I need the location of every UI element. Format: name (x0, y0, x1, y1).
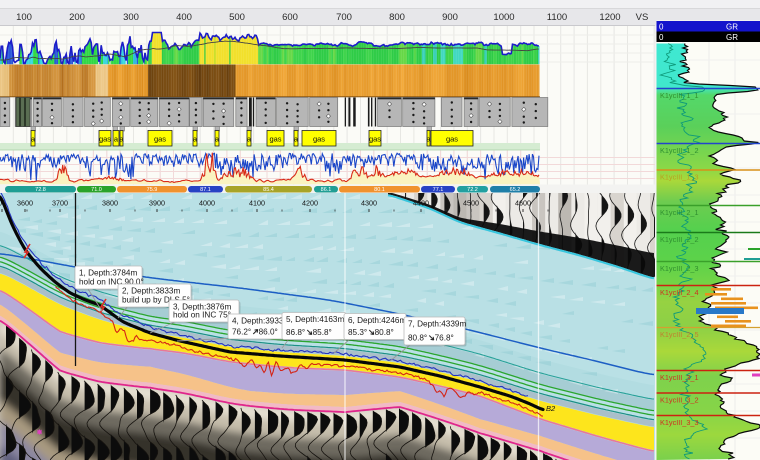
svg-text:76.8°: 76.8° (435, 334, 454, 343)
svg-text:1100: 1100 (547, 12, 567, 23)
svg-text:72.2: 72.2 (467, 187, 478, 193)
svg-text:K1ycIII_2_5: K1ycIII_2_5 (660, 330, 699, 339)
svg-text:3800: 3800 (102, 199, 118, 208)
svg-text:gas: gas (446, 135, 458, 144)
svg-text:80.8°: 80.8° (375, 328, 394, 337)
svg-text:71.0: 71.0 (91, 187, 102, 193)
svg-text:72.8: 72.8 (35, 187, 46, 193)
svg-text:900: 900 (442, 12, 458, 23)
svg-text:gas: gas (269, 135, 281, 144)
svg-text:B2: B2 (546, 404, 556, 413)
svg-text:gas: gas (154, 135, 166, 144)
svg-text:3700: 3700 (52, 199, 68, 208)
svg-text:3600: 3600 (17, 199, 33, 208)
svg-text:K1ycIII_2_4: K1ycIII_2_4 (660, 288, 699, 297)
svg-text:700: 700 (336, 12, 352, 23)
svg-text:65.2: 65.2 (510, 187, 521, 193)
svg-text:7, Depth:4339m: 7, Depth:4339m (408, 320, 466, 329)
svg-text:75.9: 75.9 (147, 187, 158, 193)
svg-text:K1ycIII_1_1: K1ycIII_1_1 (660, 91, 699, 100)
svg-text:K1ycIII_2_2: K1ycIII_2_2 (660, 235, 699, 244)
svg-text:4300: 4300 (361, 199, 377, 208)
svg-text:4600: 4600 (515, 199, 531, 208)
svg-text:K1ycIII_1_2: K1ycIII_1_2 (660, 146, 699, 155)
svg-text:4100: 4100 (249, 199, 265, 208)
svg-text:VS: VS (636, 12, 649, 23)
svg-text:85.8°: 85.8° (313, 328, 332, 337)
svg-text:4000: 4000 (199, 199, 215, 208)
svg-text:2, Depth:3833m: 2, Depth:3833m (122, 287, 180, 296)
svg-text:76.2°: 76.2° (232, 328, 251, 337)
svg-text:100: 100 (16, 12, 32, 23)
svg-text:6, Depth:4246m: 6, Depth:4246m (348, 316, 406, 325)
svg-text:3900: 3900 (149, 199, 165, 208)
svg-text:85.3°: 85.3° (348, 328, 367, 337)
svg-text:200: 200 (69, 12, 85, 23)
svg-text:K1ycIII_1_3: K1ycIII_1_3 (660, 173, 699, 182)
svg-text:800: 800 (389, 12, 405, 23)
svg-text:4200: 4200 (302, 199, 318, 208)
svg-text:86.0°: 86.0° (259, 328, 278, 337)
svg-text:87.1: 87.1 (200, 187, 211, 193)
svg-text:0: 0 (659, 33, 664, 42)
svg-text:K1ycIII_2_3: K1ycIII_2_3 (660, 264, 699, 273)
svg-text:gas: gas (369, 135, 381, 144)
svg-text:1, Depth:3784m: 1, Depth:3784m (79, 269, 137, 278)
svg-text:hold on INC 75°: hold on INC 75° (173, 311, 231, 320)
svg-text:80.8°: 80.8° (408, 334, 427, 343)
svg-text:86.1: 86.1 (321, 187, 332, 193)
svg-text:86.8°: 86.8° (286, 328, 305, 337)
svg-text:400: 400 (176, 12, 192, 23)
svg-text:K1ycIII_2_1: K1ycIII_2_1 (660, 208, 699, 217)
svg-text:1200: 1200 (599, 12, 620, 23)
svg-text:GR: GR (726, 33, 738, 42)
svg-text:K1ycIII_3_3: K1ycIII_3_3 (660, 418, 699, 427)
svg-text:K1ycIII_3_1: K1ycIII_3_1 (660, 373, 699, 382)
svg-text:GR: GR (726, 23, 738, 32)
svg-text:600: 600 (282, 12, 298, 23)
svg-text:5, Depth:4163m: 5, Depth:4163m (286, 315, 344, 324)
svg-text:300: 300 (123, 12, 139, 23)
svg-text:0: 0 (659, 23, 664, 32)
svg-text:gas: gas (99, 135, 111, 144)
svg-text:1000: 1000 (493, 12, 514, 23)
svg-text:80.1: 80.1 (374, 187, 385, 193)
svg-text:4500: 4500 (463, 199, 479, 208)
svg-text:K1ycIII_3_2: K1ycIII_3_2 (660, 396, 699, 405)
svg-text:77.1: 77.1 (433, 187, 444, 193)
svg-text:500: 500 (229, 12, 245, 23)
svg-text:gas: gas (313, 135, 325, 144)
svg-text:85.4: 85.4 (263, 187, 274, 193)
svg-text:4400: 4400 (413, 199, 429, 208)
